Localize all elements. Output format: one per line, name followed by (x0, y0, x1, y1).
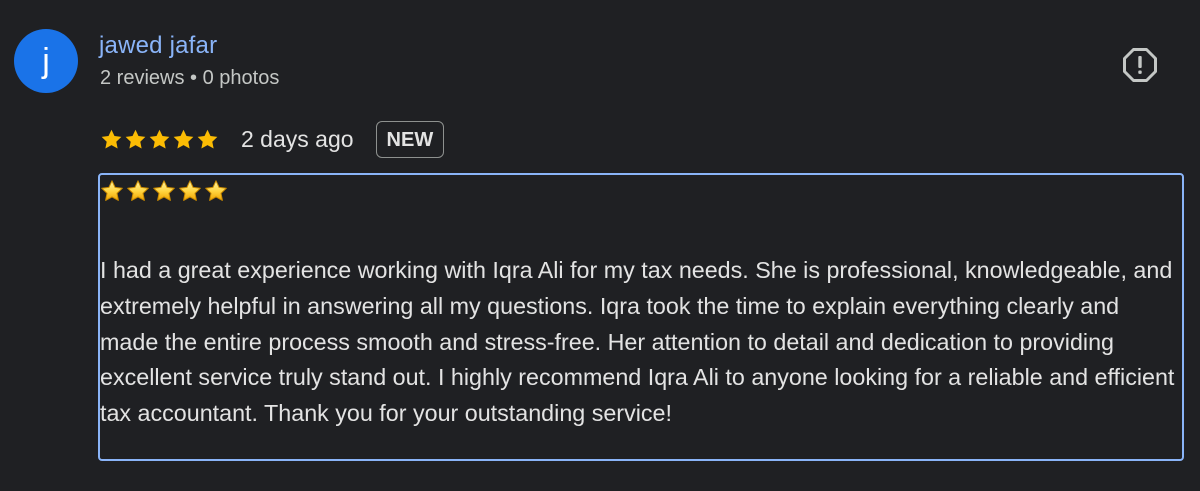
report-icon[interactable] (1122, 47, 1158, 83)
emoji-stars (100, 179, 1182, 205)
star-rating (100, 128, 219, 151)
review-text-box[interactable]: I had a great experience working with Iq… (98, 173, 1184, 461)
star-icon (197, 129, 218, 149)
star-icon (101, 129, 122, 149)
new-badge: NEW (375, 120, 445, 158)
author-name-link[interactable]: jawed jafar (99, 32, 217, 60)
star-emoji-icon (153, 180, 175, 201)
star-emoji-icon (101, 180, 123, 201)
rating-row: 2 days ago NEW (100, 118, 445, 160)
review-card: j jawed jafar 2 reviews • 0 photos 2 day… (0, 0, 1200, 491)
review-text: I had a great experience working with Iq… (100, 257, 1175, 427)
star-icon (125, 129, 146, 149)
star-emoji-icon (205, 180, 227, 201)
author-meta: 2 reviews • 0 photos (100, 67, 280, 89)
avatar[interactable]: j (14, 29, 78, 93)
star-icon (173, 129, 194, 149)
star-emoji-icon (127, 180, 149, 201)
star-emoji-icon (179, 180, 201, 201)
avatar-initial: j (42, 41, 50, 80)
review-date: 2 days ago (241, 125, 354, 152)
star-icon (149, 129, 170, 149)
